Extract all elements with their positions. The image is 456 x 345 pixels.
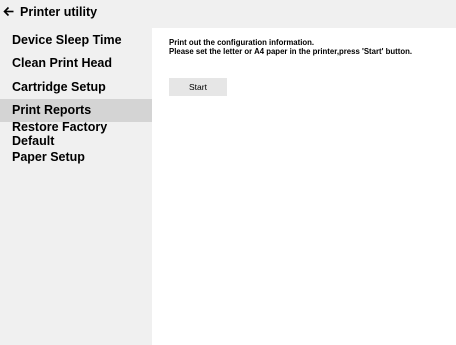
start-button[interactable]: Start [169,78,227,96]
sidebar-item-restore-factory-default[interactable]: Restore Factory Default [0,120,152,148]
arrow-left-icon[interactable] [2,6,14,18]
sidebar: Device Sleep Time Clean Print Head Cartr… [0,28,152,345]
sidebar-item-print-reports[interactable]: Print Reports [0,98,152,122]
sidebar-item-cartridge-setup[interactable]: Cartridge Setup [0,75,152,99]
window-title: Printer utility [20,4,98,19]
sidebar-item-device-sleep-time[interactable]: Device Sleep Time [0,28,152,52]
title-bar: Printer utility [0,0,456,28]
sidebar-item-clean-print-head[interactable]: Clean Print Head [0,52,152,76]
sidebar-item-paper-setup[interactable]: Paper Setup [0,146,152,170]
instruction-line-2: Please set the letter or A4 paper in the… [169,47,413,56]
printer-utility-window: Printer utility Device Sleep Time Clean … [0,0,456,345]
instruction-line-1: Print out the configuration information. [169,38,315,47]
main-content: Print out the configuration information.… [152,28,456,345]
instructions: Print out the configuration information.… [169,38,412,56]
